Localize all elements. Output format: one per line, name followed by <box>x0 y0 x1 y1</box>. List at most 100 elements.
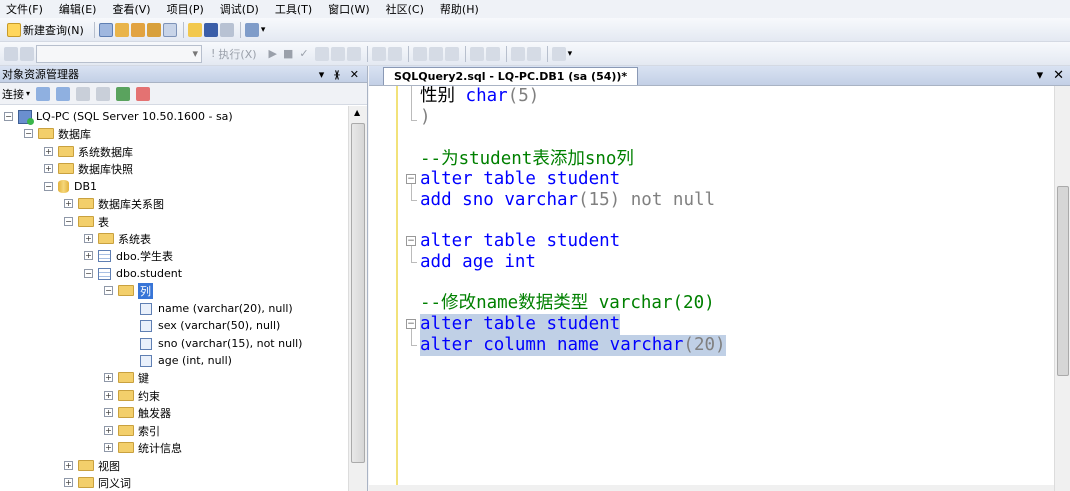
menu-help[interactable]: 帮助(H) <box>440 1 479 17</box>
execute-button[interactable]: ! 执行(X) <box>208 44 260 64</box>
parse-icon[interactable]: ✓ <box>299 47 308 60</box>
expand-icon[interactable]: + <box>44 147 53 156</box>
open-file-icon[interactable] <box>187 22 202 37</box>
menu-project[interactable]: 项目(P) <box>167 1 204 17</box>
collapse-icon[interactable]: − <box>24 129 33 138</box>
toolbar-overflow-icon[interactable]: ▾ <box>261 25 266 35</box>
debug-icon[interactable]: ▶ <box>269 47 277 60</box>
tree-node-snapshots[interactable]: + 数据库快照 <box>44 160 133 177</box>
tree-node-databases[interactable]: − 数据库 <box>24 125 91 142</box>
scrollbar-thumb[interactable] <box>1057 186 1069 376</box>
tree-node-column-sno[interactable]: sno (varchar(15), not null) <box>140 335 302 352</box>
tree-node-column-sex[interactable]: sex (varchar(50), null) <box>140 317 280 334</box>
stop-icon[interactable] <box>76 86 91 101</box>
tab-list-icon[interactable]: ▾ <box>1037 68 1044 83</box>
tree-node-columns[interactable]: − 列 <box>104 282 153 299</box>
xmla-query-icon[interactable] <box>162 22 177 37</box>
filter-icon[interactable] <box>96 86 111 101</box>
tree-node-table-xueshengbiao[interactable]: + dbo.学生表 <box>84 247 173 264</box>
tree-node-statistics[interactable]: + 统计信息 <box>104 439 182 456</box>
expand-icon[interactable]: + <box>104 408 113 417</box>
expand-icon[interactable]: + <box>84 234 93 243</box>
fold-toggle-icon[interactable]: − <box>406 319 416 329</box>
tree-node-tables[interactable]: − 表 <box>64 213 109 230</box>
close-icon[interactable]: ✕ <box>1053 68 1064 83</box>
tree-node-column-age[interactable]: age (int, null) <box>140 352 232 369</box>
stop-icon[interactable]: ■ <box>283 47 293 60</box>
tree-node-keys[interactable]: + 键 <box>104 369 149 386</box>
client-stats-icon[interactable] <box>387 46 402 61</box>
expand-icon[interactable]: + <box>44 164 53 173</box>
expand-icon[interactable]: + <box>84 251 93 260</box>
results-to-text-icon[interactable] <box>412 46 427 61</box>
expand-icon[interactable]: + <box>64 478 73 487</box>
results-to-grid-icon[interactable] <box>428 46 443 61</box>
connect-icon[interactable] <box>4 46 18 61</box>
menu-edit[interactable]: 编辑(E) <box>59 1 97 17</box>
expand-icon[interactable]: + <box>104 426 113 435</box>
tree-node-column-name[interactable]: name (varchar(20), null) <box>140 300 293 317</box>
database-engine-query-icon[interactable] <box>98 22 113 37</box>
panel-menu-icon[interactable]: ▾ <box>319 68 325 81</box>
tree-node-system-databases[interactable]: + 系统数据库 <box>44 143 133 160</box>
database-selector[interactable]: ▾ <box>36 44 202 63</box>
decrease-indent-icon[interactable] <box>510 46 525 61</box>
menu-debug[interactable]: 调试(D) <box>220 1 259 17</box>
dmx-query-icon[interactable] <box>146 22 161 37</box>
expand-icon[interactable]: + <box>64 461 73 470</box>
tree-node-system-tables[interactable]: + 系统表 <box>84 230 151 247</box>
activity-monitor-icon[interactable] <box>244 22 259 37</box>
tree-node-views[interactable]: + 视图 <box>64 457 120 474</box>
tree-scrollbar[interactable]: ▲ <box>348 106 367 491</box>
new-query-button[interactable]: 新建查询(N) <box>4 20 87 40</box>
editor-scrollbar[interactable] <box>1054 86 1070 491</box>
code-area[interactable]: 性别 char(5) ) --为student表添加sno列 − alter t… <box>398 86 1054 491</box>
tree-node-synonyms[interactable]: + 同义词 <box>64 474 131 491</box>
tree-node-db1[interactable]: − DB1 <box>44 178 97 195</box>
fold-toggle-icon[interactable]: − <box>406 236 416 246</box>
tree-node-indexes[interactable]: + 索引 <box>104 422 160 439</box>
menu-window[interactable]: 窗口(W) <box>328 1 369 17</box>
mdx-query-icon[interactable] <box>130 22 145 37</box>
collapse-icon[interactable]: − <box>44 182 53 191</box>
specify-template-icon[interactable] <box>551 46 566 61</box>
expand-icon[interactable]: + <box>104 391 113 400</box>
expand-icon[interactable]: + <box>104 373 113 382</box>
tree-node-server[interactable]: − LQ-PC (SQL Server 10.50.1600 - sa) <box>4 108 233 125</box>
collapse-icon[interactable]: − <box>104 286 113 295</box>
results-to-file-icon[interactable] <box>444 46 459 61</box>
disconnect-icon[interactable] <box>20 46 34 61</box>
summary-icon[interactable] <box>136 86 151 101</box>
pin-icon[interactable]: ᚕ <box>334 68 339 81</box>
refresh-icon[interactable] <box>116 86 131 101</box>
menu-tools[interactable]: 工具(T) <box>275 1 312 17</box>
collapse-icon[interactable]: − <box>84 269 93 278</box>
uncomment-icon[interactable] <box>485 46 500 61</box>
scrollbar-thumb[interactable] <box>351 123 365 463</box>
connect-server-icon[interactable] <box>36 86 51 101</box>
disconnect-server-icon[interactable] <box>56 86 71 101</box>
expand-icon[interactable]: + <box>104 443 113 452</box>
toolbar-overflow-icon[interactable]: ▾ <box>568 49 573 59</box>
save-all-icon[interactable] <box>219 22 234 37</box>
expand-icon[interactable]: + <box>64 199 73 208</box>
collapse-icon[interactable]: − <box>64 217 73 226</box>
tree-node-diagrams[interactable]: + 数据库关系图 <box>64 195 164 212</box>
tab-sqlquery2[interactable]: SQLQuery2.sql - LQ-PC.DB1 (sa (54))* <box>383 67 639 85</box>
connect-button[interactable]: 连接 <box>2 86 24 102</box>
collapse-icon[interactable]: − <box>4 112 13 121</box>
scroll-up-icon[interactable]: ▲ <box>354 108 360 117</box>
increase-indent-icon[interactable] <box>526 46 541 61</box>
editor-horizontal-scrollbar[interactable] <box>369 485 1054 491</box>
tree-node-table-student[interactable]: − dbo.student <box>84 265 182 282</box>
comment-icon[interactable] <box>469 46 484 61</box>
query-designer-icon[interactable] <box>330 46 345 61</box>
display-plan-icon[interactable] <box>314 46 329 61</box>
fold-toggle-icon[interactable]: − <box>406 174 416 184</box>
save-icon[interactable] <box>203 22 218 37</box>
menu-file[interactable]: 文件(F) <box>6 1 43 17</box>
close-icon[interactable]: ✕ <box>350 68 359 81</box>
menu-view[interactable]: 查看(V) <box>112 1 150 17</box>
include-plan-icon[interactable] <box>371 46 386 61</box>
chevron-down-icon[interactable]: ▾ <box>26 89 30 98</box>
